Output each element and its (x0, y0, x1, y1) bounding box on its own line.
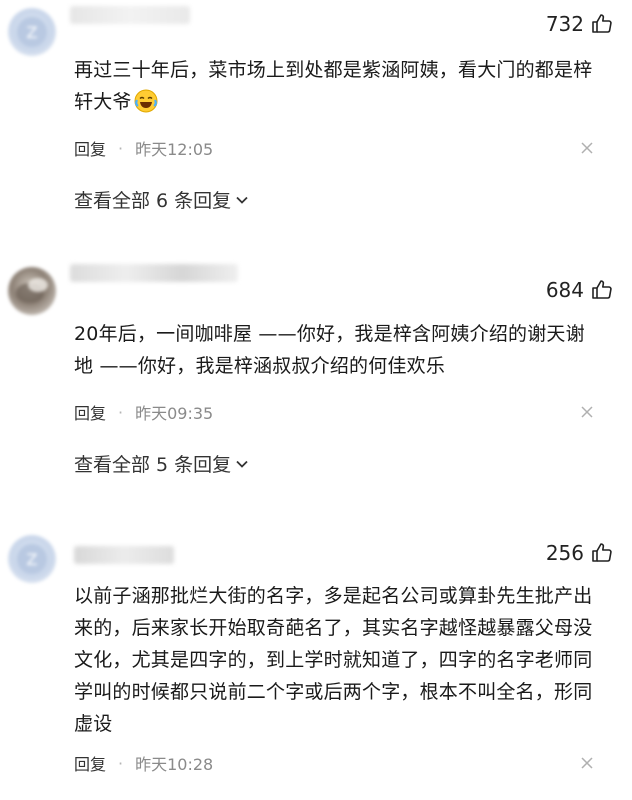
avatar[interactable]: Z (8, 8, 56, 56)
close-icon[interactable] (580, 756, 594, 770)
close-icon[interactable] (580, 405, 594, 419)
reply-button[interactable]: 回复 (74, 400, 106, 424)
like-button[interactable]: 256 (546, 541, 614, 565)
comment-meta: 回复 · 昨天09:35 (74, 400, 213, 424)
comment-meta: 回复 · 昨天12:05 (74, 136, 213, 160)
close-icon[interactable] (580, 141, 594, 155)
comment-text: 再过三十年后，菜市场上到处都是紫涵阿姨，看大门的都是梓轩大爷 (74, 54, 602, 118)
avatar[interactable] (8, 267, 56, 315)
like-button[interactable]: 684 (546, 278, 614, 302)
thumbs-up-icon (592, 543, 612, 562)
view-all-replies-label: 查看全部 5 条回复 (74, 454, 232, 476)
like-button[interactable]: 732 (546, 12, 614, 36)
username-obscured[interactable] (70, 6, 190, 24)
view-all-replies-button[interactable]: 查看全部 6 条回复 (74, 186, 249, 213)
like-count: 684 (545, 278, 584, 302)
thumbs-up-icon (592, 14, 612, 33)
meta-separator: · (118, 402, 124, 422)
laughing-crying-emoji-icon (134, 89, 158, 113)
comment-meta: 回复 · 昨天10:28 (74, 751, 213, 775)
comment-time: 昨天10:28 (135, 755, 214, 774)
comment-time: 昨天09:35 (135, 404, 214, 423)
view-all-replies-label: 查看全部 6 条回复 (74, 190, 232, 212)
meta-separator: · (118, 138, 124, 158)
svg-text:Z: Z (27, 550, 38, 569)
username-obscured[interactable] (74, 546, 174, 564)
avatar[interactable]: Z (8, 535, 56, 583)
meta-separator: · (118, 753, 124, 773)
reply-button[interactable]: 回复 (74, 751, 106, 775)
reply-button[interactable]: 回复 (74, 136, 106, 160)
chevron-down-icon (236, 196, 248, 204)
chevron-down-icon (236, 460, 248, 468)
like-count: 732 (545, 12, 584, 36)
thumbs-up-icon (592, 280, 612, 299)
svg-text:Z: Z (27, 23, 38, 42)
comment-text: 以前子涵那批烂大街的名字，多是起名公司或算卦先生批产出来的，后来家长开始取奇葩名… (74, 585, 593, 735)
comment-time: 昨天12:05 (135, 140, 214, 159)
comment-text: 20年后，一间咖啡屋 ——你好，我是梓含阿姨介绍的谢天谢地 ——你好，我是梓涵叔… (74, 323, 585, 377)
like-count: 256 (545, 541, 584, 565)
view-all-replies-button[interactable]: 查看全部 5 条回复 (74, 450, 249, 477)
username-obscured[interactable] (70, 264, 238, 282)
